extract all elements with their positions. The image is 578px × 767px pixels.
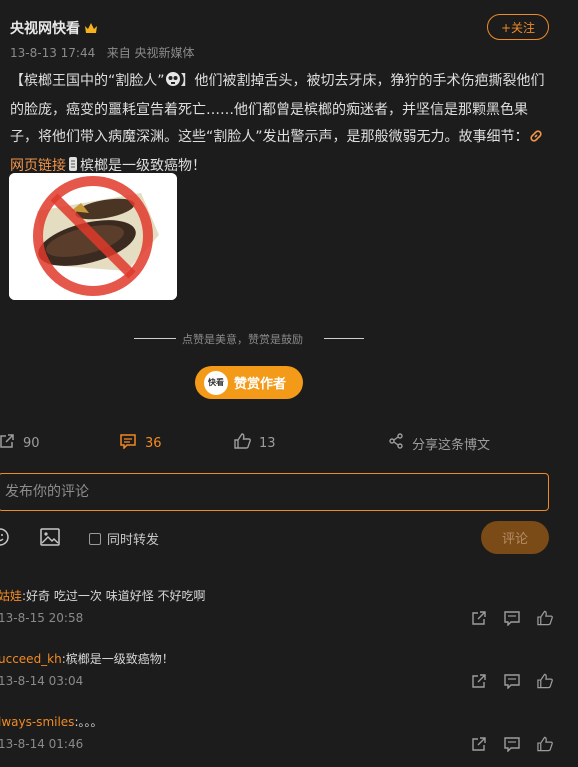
post-author[interactable]: 央视网快看	[10, 18, 98, 38]
forward-checkbox[interactable]	[89, 532, 101, 545]
comment-count: 36	[145, 435, 162, 451]
image-icon[interactable]	[40, 528, 60, 550]
skull-emoji-icon	[165, 70, 181, 97]
comment-text: :槟榔是一级致癌物！	[61, 652, 174, 666]
comment-user[interactable]: 姑娃	[0, 589, 22, 603]
comment-actions	[471, 673, 553, 693]
comment-input[interactable]	[0, 474, 548, 510]
comment-time: 13-8-15 20:58	[0, 611, 84, 625]
reward-button[interactable]: 快看 赞赏作者	[195, 366, 303, 399]
comment-input-box[interactable]	[0, 473, 549, 511]
repost-icon[interactable]	[471, 736, 487, 756]
share-label: 分享这条博文	[412, 437, 491, 453]
reply-icon[interactable]	[504, 736, 520, 756]
post-image[interactable]	[9, 173, 177, 300]
submit-comment-button[interactable]: 评论	[481, 521, 549, 554]
like-count: 13	[259, 435, 276, 451]
repost-icon	[0, 433, 15, 453]
crown-icon	[84, 22, 98, 34]
thumbs-up-icon	[234, 433, 251, 453]
comment-actions	[471, 736, 553, 756]
emoji-icon[interactable]	[0, 528, 11, 550]
reward-tip: 点赞是美意，赞赏是鼓励	[182, 333, 303, 346]
comment-user[interactable]: ucceed_kh	[0, 652, 62, 666]
comment-time: 13-8-14 03:04	[0, 674, 84, 688]
comment-item: lways-smiles:。。。	[0, 713, 102, 730]
repost-icon[interactable]	[471, 610, 487, 630]
comment-text: :。。。	[74, 715, 103, 729]
repost-action[interactable]: 90	[0, 433, 40, 453]
post-text-part1: 【槟榔王国中的“割脸人”	[10, 73, 165, 89]
post-source: 来自 央视新媒体	[106, 46, 195, 60]
author-name[interactable]: 央视网快看	[10, 18, 80, 38]
post-meta: 13-8-13 17:44 来自 央视新媒体	[10, 44, 195, 61]
comment-item: ucceed_kh:槟榔是一级致癌物！	[0, 650, 174, 667]
comment-action[interactable]: 36	[119, 433, 162, 453]
thumbs-up-icon[interactable]	[537, 736, 553, 756]
divider-left	[134, 338, 176, 339]
reply-icon[interactable]	[504, 610, 520, 630]
like-action[interactable]: 13	[234, 433, 276, 453]
repost-count: 90	[23, 435, 40, 451]
divider-right	[324, 338, 364, 339]
post-time[interactable]: 13-8-13 17:44	[10, 46, 95, 60]
forward-label: 同时转发	[107, 533, 160, 548]
share-icon	[388, 433, 404, 453]
reward-label: 赞赏作者	[234, 377, 287, 392]
share-action[interactable]: 分享这条博文	[388, 433, 490, 453]
comment-user[interactable]: lways-smiles	[0, 715, 74, 729]
web-link-label[interactable]: 网页链接	[10, 158, 66, 174]
thumbs-up-icon[interactable]	[537, 610, 553, 630]
comment-icon	[119, 433, 137, 453]
thumbs-up-icon[interactable]	[537, 673, 553, 693]
reply-icon[interactable]	[504, 673, 520, 693]
link-icon	[529, 126, 543, 153]
post-text: 【槟榔王国中的“割脸人” 】他们被割掉舌头，被切去牙床，狰狞的手术伤疤撕裂他们的脸…	[10, 68, 555, 182]
repost-icon[interactable]	[471, 673, 487, 693]
forward-option[interactable]: 同时转发	[89, 529, 159, 548]
post-text-part3: 槟榔是一级致癌物！	[80, 158, 206, 174]
comment-actions	[471, 610, 553, 630]
kuaikan-badge-icon: 快看	[204, 370, 228, 395]
comment-item: 姑娃:好奇 吃过一次 味道好怪 不好吃啊	[0, 587, 206, 604]
comment-text: :好奇 吃过一次 味道好怪 不好吃啊	[22, 589, 206, 603]
follow-button[interactable]: +关注	[487, 14, 549, 40]
comment-time: 13-8-14 01:46	[0, 737, 84, 751]
